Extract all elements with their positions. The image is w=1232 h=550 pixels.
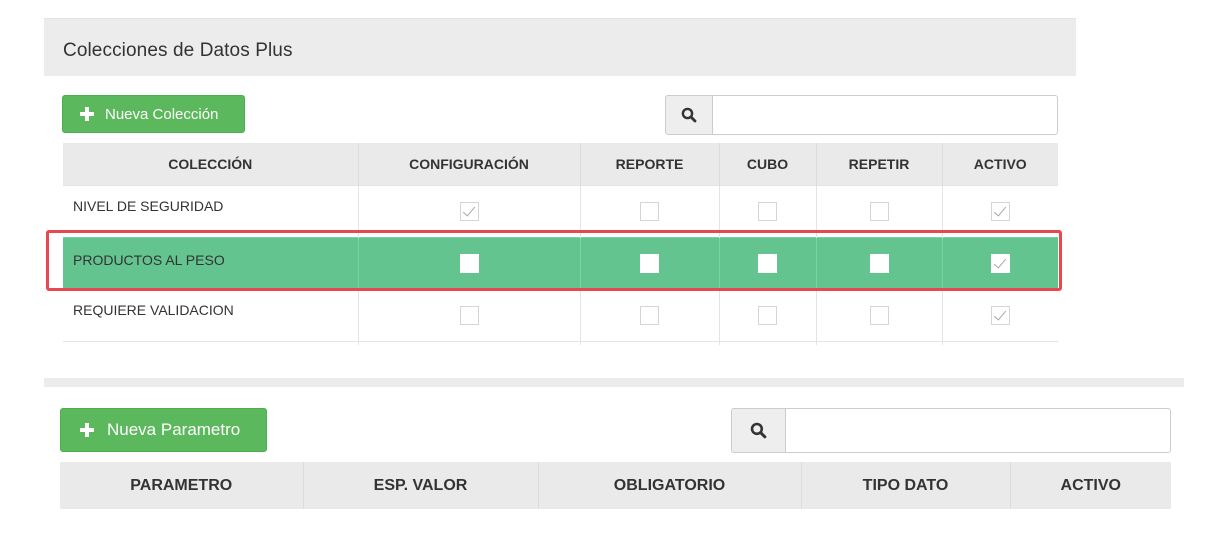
reporte-cell — [580, 236, 720, 289]
reporte-cell — [580, 184, 720, 237]
configuracion-cell — [358, 184, 581, 237]
table-row[interactable]: REQUIERE VALIDACION — [63, 288, 1058, 341]
activo-cell — [942, 236, 1058, 289]
column-header-esp-valor[interactable]: ESP. VALOR — [303, 462, 539, 509]
column-header-repetir[interactable]: REPETIR — [816, 143, 943, 185]
checkbox-icon[interactable] — [459, 305, 479, 325]
column-header-configuracion[interactable]: CONFIGURACIÓN — [358, 143, 581, 185]
column-header-activo[interactable]: ACTIVO — [942, 143, 1058, 185]
table-header-row: PARAMETRO ESP. VALOR OBLIGATORIO TIPO DA… — [60, 462, 1171, 509]
column-header-cubo[interactable]: CUBO — [719, 143, 817, 185]
checkbox-icon[interactable] — [459, 201, 479, 221]
column-header-activo[interactable]: ACTIVO — [1010, 462, 1171, 509]
cubo-cell — [719, 288, 817, 341]
repetir-cell — [816, 288, 943, 341]
repetir-cell — [816, 184, 943, 237]
checkbox-icon[interactable] — [869, 305, 889, 325]
table-row[interactable]: NIVEL DE SEGURIDAD — [63, 184, 1058, 237]
checkbox-icon[interactable] — [990, 253, 1010, 273]
panel-title: Colecciones de Datos Plus — [63, 40, 293, 61]
checkbox-icon[interactable] — [869, 201, 889, 221]
new-collection-label: Nueva Colección — [105, 105, 219, 123]
search-button[interactable] — [665, 95, 712, 135]
collections-panel-header: Colecciones de Datos Plus — [44, 18, 1076, 76]
collection-name: PRODUCTOS AL PESO — [63, 236, 359, 289]
parameters-table: PARAMETRO ESP. VALOR OBLIGATORIO TIPO DA… — [60, 462, 1171, 509]
table-row-selected[interactable]: PRODUCTOS AL PESO — [63, 236, 1058, 289]
cubo-cell — [719, 236, 817, 289]
table-row-partial — [63, 340, 1058, 345]
checkbox-icon[interactable] — [640, 253, 659, 273]
cubo-cell — [719, 184, 817, 237]
plus-icon — [80, 107, 94, 121]
column-header-reporte[interactable]: REPORTE — [580, 143, 720, 185]
checkbox-icon[interactable] — [758, 201, 777, 221]
reporte-cell — [580, 288, 720, 341]
configuracion-cell — [358, 236, 581, 289]
checkbox-icon[interactable] — [459, 253, 479, 273]
parameters-search — [731, 408, 1171, 453]
repetir-cell — [816, 236, 943, 289]
search-icon — [750, 422, 767, 439]
plus-icon — [80, 423, 94, 437]
new-parameter-button[interactable]: Nueva Parametro — [60, 408, 267, 452]
parameters-search-input[interactable] — [785, 408, 1171, 453]
new-parameter-label: Nueva Parametro — [107, 420, 241, 439]
column-header-tipo-dato[interactable]: TIPO DATO — [801, 462, 1011, 509]
checkbox-icon[interactable] — [758, 253, 777, 273]
column-header-parametro[interactable]: PARAMETRO — [60, 462, 304, 509]
configuracion-cell — [358, 288, 581, 341]
checkbox-icon[interactable] — [869, 253, 889, 273]
checkbox-icon[interactable] — [990, 305, 1010, 325]
panel-divider — [44, 378, 1184, 387]
search-button[interactable] — [731, 408, 785, 453]
column-header-coleccion[interactable]: COLECCIÓN — [63, 143, 359, 185]
activo-cell — [942, 288, 1058, 341]
collection-name: NIVEL DE SEGURIDAD — [63, 184, 359, 237]
activo-cell — [942, 184, 1058, 237]
collections-table: COLECCIÓN CONFIGURACIÓN REPORTE CUBO REP… — [63, 143, 1058, 345]
collections-search — [665, 95, 1058, 135]
collections-search-input[interactable] — [712, 95, 1058, 135]
collection-name: REQUIERE VALIDACION — [63, 288, 359, 341]
column-header-obligatorio[interactable]: OBLIGATORIO — [538, 462, 802, 509]
table-header-row: COLECCIÓN CONFIGURACIÓN REPORTE CUBO REP… — [63, 143, 1058, 185]
checkbox-icon[interactable] — [990, 201, 1010, 221]
checkbox-icon[interactable] — [640, 201, 659, 221]
new-collection-button[interactable]: Nueva Colección — [62, 95, 245, 133]
search-icon — [681, 107, 697, 123]
checkbox-icon[interactable] — [640, 305, 659, 325]
checkbox-icon[interactable] — [758, 305, 777, 325]
